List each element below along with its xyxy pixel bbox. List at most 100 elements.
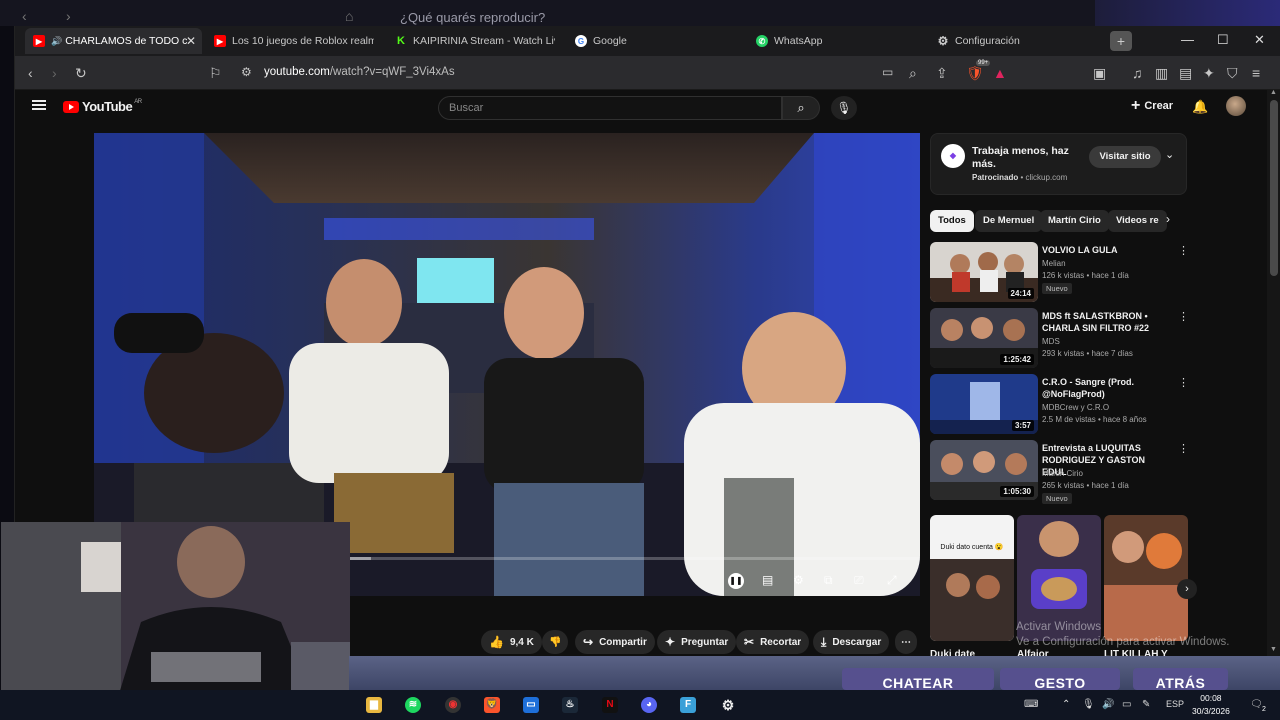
dislike-button[interactable]: 👎 <box>542 630 569 654</box>
recorder-icon[interactable]: ◉ <box>445 697 461 713</box>
list-item[interactable]: 1:25:42 MDS ft SALASTKBRON • CHARLA SIN … <box>930 308 1189 370</box>
mic-tray-icon[interactable]: 🎙 <box>1082 699 1095 710</box>
search-button[interactable]: ⌕ <box>782 96 820 120</box>
reader-icon[interactable]: ▣ <box>1093 65 1106 82</box>
wallet-icon[interactable]: ▤ <box>1179 65 1192 82</box>
sidebar-icon[interactable]: ▥ <box>1155 65 1168 82</box>
close-window-icon[interactable]: ✕ <box>1254 32 1265 48</box>
settings-icon[interactable]: ⚙ <box>793 573 804 587</box>
new-tab-button[interactable]: + <box>1110 31 1132 51</box>
chevron-right-icon[interactable]: › <box>1177 579 1197 599</box>
search-input[interactable]: Buscar <box>438 96 782 120</box>
channel-name: MDBCrew y C.R.O <box>1042 403 1110 412</box>
subtitles-icon[interactable]: ▤ <box>762 573 773 587</box>
cast-icon[interactable]: ⎚ <box>854 573 864 588</box>
chevron-right-icon[interactable]: › <box>1166 212 1170 226</box>
minimize-icon[interactable]: — <box>1181 32 1194 47</box>
network-icon[interactable]: ▭ <box>1122 699 1131 710</box>
menu-icon[interactable]: ≡ <box>1252 65 1260 81</box>
leo-icon[interactable]: ✦ <box>1203 65 1215 82</box>
more-vert-icon[interactable]: ⋮ <box>1178 244 1189 257</box>
volume-icon[interactable]: 🔊 <box>1102 699 1114 710</box>
share-button[interactable]: ↪ Compartir <box>575 630 655 654</box>
reload-icon[interactable]: ↻ <box>75 65 87 82</box>
vpn-icon[interactable]: ⛉ <box>1227 65 1238 82</box>
avatar[interactable] <box>1226 96 1246 116</box>
new-badge: Nuevo <box>1042 493 1072 504</box>
netflix-icon[interactable]: N <box>602 697 618 713</box>
notifications-icon[interactable]: 🗨 <box>1250 699 1263 710</box>
back-icon[interactable]: ‹ <box>28 65 33 81</box>
tab-roblox[interactable]: ▶ Los 10 juegos de Roblox realmen <box>206 28 374 54</box>
site-info-icon[interactable]: ⚙ <box>241 65 252 79</box>
window-app-icon[interactable]: ▭ <box>523 697 539 713</box>
file-explorer-icon[interactable]: ▆ <box>366 697 382 713</box>
voice-search-button[interactable]: 🎙 <box>831 96 857 120</box>
miniplayer-icon[interactable]: ⧉ <box>824 573 833 588</box>
clock[interactable]: 00:08 30/3/2026 <box>1192 692 1230 718</box>
more-vert-icon[interactable]: ⋮ <box>1178 310 1189 323</box>
like-button[interactable]: 👍 9,4 K <box>481 630 542 654</box>
list-item[interactable]: 24:14 VOLVIO LA GULA Melian 126 k vistas… <box>930 242 1189 304</box>
pen-icon[interactable]: ✎ <box>1142 699 1150 710</box>
settings-gear-icon[interactable]: ⚙ <box>720 697 736 713</box>
page-scrollbar[interactable]: ▲ ▼ <box>1267 89 1280 656</box>
chip-todos[interactable]: Todos <box>930 210 974 232</box>
app-f-icon[interactable]: F <box>680 697 696 713</box>
tab-whatsapp[interactable]: ✆ WhatsApp <box>748 28 916 54</box>
steam-icon[interactable]: ♨ <box>562 697 578 713</box>
tab-kick[interactable]: K KAIPIRINIA Stream - Watch Live <box>387 28 555 54</box>
youtube-logo[interactable]: YouTube AR <box>63 99 142 114</box>
bookmark-icon[interactable]: ⚐ <box>209 65 222 82</box>
more-vert-icon[interactable]: ⋮ <box>1178 376 1189 389</box>
ask-button[interactable]: ✦ Preguntar <box>657 630 737 654</box>
clip-button[interactable]: ✂ Recortar <box>736 630 810 654</box>
maximize-icon[interactable]: ☐ <box>1217 32 1229 48</box>
discord-icon[interactable]: ◕ <box>641 697 657 713</box>
spotify-icon[interactable]: ≋ <box>405 697 421 713</box>
zoom-icon[interactable]: ⌕ <box>909 65 917 82</box>
scroll-down-icon[interactable]: ▼ <box>1270 646 1277 653</box>
address-bar[interactable]: youtube.com/watch?v=qWF_3Vi4xAs <box>264 66 455 78</box>
tab-label: Los 10 juegos de Roblox realmen <box>232 35 374 47</box>
fullscreen-icon[interactable]: ⤢ <box>887 573 897 588</box>
tab-charlamos[interactable]: ▶ 🔊 CHARLAMOS de TODO c ✕ <box>25 28 202 54</box>
chat-button[interactable]: CHATEAR <box>842 668 994 690</box>
ad-card[interactable]: ◆ Trabaja menos, haz más. Patrocinado • … <box>930 133 1187 195</box>
visit-site-button[interactable]: Visitar sitio <box>1089 146 1161 168</box>
brave-rewards-icon[interactable]: ▲ <box>993 65 1007 81</box>
browser-window: ▶ 🔊 CHARLAMOS de TODO c ✕ ▶ Los 10 juego… <box>1 26 1280 720</box>
thumbs-down-icon: 👎 <box>549 636 562 648</box>
tab-google[interactable]: G Google <box>567 28 735 54</box>
chip-videos[interactable]: Videos re <box>1108 210 1167 232</box>
gesture-button[interactable]: GESTO <box>1000 668 1120 690</box>
list-item[interactable]: 3:57 C.R.O - Sangre (Prod. @NoFlagProd) … <box>930 374 1189 436</box>
chevron-down-icon[interactable]: ⌄ <box>1165 148 1174 161</box>
language-indicator[interactable]: ESP <box>1166 699 1184 709</box>
mic-icon: 🎙 <box>836 101 852 115</box>
more-vert-icon[interactable]: ⋮ <box>1178 442 1189 455</box>
forward-icon[interactable]: › <box>52 65 57 81</box>
cast-icon[interactable]: ▭ <box>882 65 893 79</box>
short-card[interactable]: Duki dato cuenta 😮 <box>930 515 1014 641</box>
create-button[interactable]: + Crear <box>1131 98 1173 114</box>
tab-settings[interactable]: ⚙ Configuración <box>929 28 1097 54</box>
music-icon[interactable]: ♫ <box>1132 65 1143 81</box>
chip-martin-cirio[interactable]: Martín Cirio <box>1040 210 1109 232</box>
scroll-up-icon[interactable]: ▲ <box>1270 89 1277 96</box>
download-button[interactable]: ⤓ Descargar <box>813 630 890 654</box>
back-button[interactable]: ATRÁS <box>1133 668 1228 690</box>
brave-shield-icon[interactable]: 🛡 <box>966 65 984 82</box>
hamburger-icon[interactable] <box>32 100 46 110</box>
bell-icon[interactable]: 🔔 <box>1192 99 1208 115</box>
close-tab-icon[interactable]: ✕ <box>186 34 196 48</box>
tray-expand-icon[interactable]: ⌃ <box>1062 699 1070 710</box>
keyboard-icon[interactable]: ⌨ <box>1024 699 1038 710</box>
list-item[interactable]: 1:05:30 Entrevista a LUQUITAS RODRIGUEZ … <box>930 440 1189 504</box>
chip-de-mernuel[interactable]: De Mernuel <box>975 210 1043 232</box>
more-actions-button[interactable]: ⋯ <box>895 630 917 654</box>
share-page-icon[interactable]: ⇪ <box>936 65 948 82</box>
brave-icon[interactable]: 🦁 <box>484 697 500 713</box>
scrollbar-thumb[interactable] <box>1270 100 1278 276</box>
pause-icon[interactable]: ❚❚ <box>728 573 744 589</box>
